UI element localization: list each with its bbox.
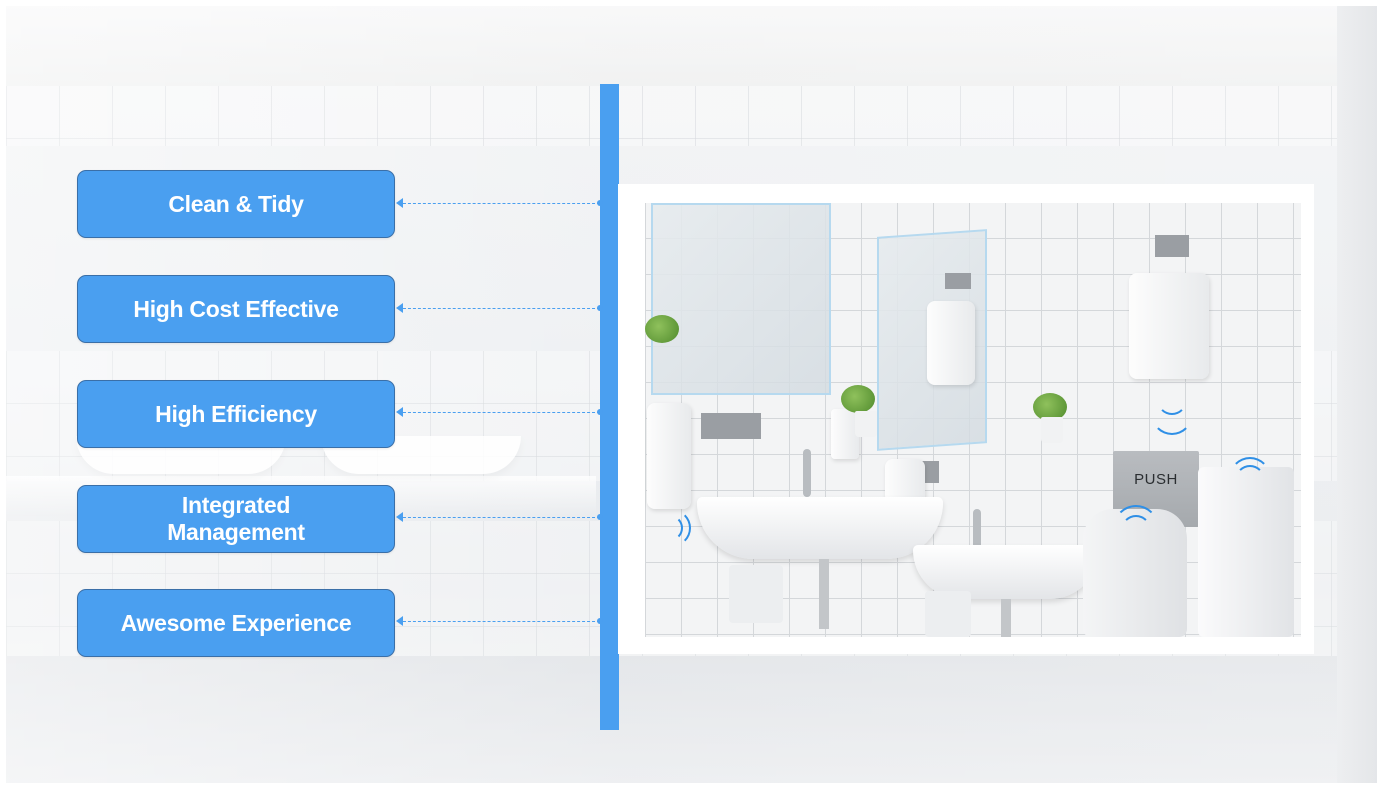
connector-dot	[597, 514, 603, 520]
sensor-wave-icon	[653, 509, 691, 547]
sink-pipe	[819, 559, 829, 629]
mirror	[651, 203, 831, 395]
plant-pot	[1041, 417, 1063, 443]
restroom-photo: PUSH	[645, 203, 1301, 637]
arrow-left-icon	[396, 512, 403, 522]
feature-box-high-cost-effective: High Cost Effective	[77, 275, 395, 343]
plant	[841, 385, 875, 413]
feature-box-awesome-experience: Awesome Experience	[77, 589, 395, 657]
sensor-panel	[701, 413, 761, 439]
photo-frame: PUSH	[618, 184, 1314, 654]
feature-box-integrated-management: Integrated Management	[77, 485, 395, 553]
sensor-wave-icon	[1113, 505, 1159, 551]
feature-label: Integrated Management	[167, 492, 305, 545]
sensor-wave-icon	[1229, 457, 1271, 499]
connector-line	[396, 407, 603, 417]
faucet	[973, 509, 981, 549]
connector-dot	[597, 305, 603, 311]
feature-label: High Cost Effective	[133, 295, 339, 322]
sensor-wave-icon	[1151, 393, 1193, 435]
sensor-panel	[945, 273, 971, 289]
arrow-left-icon	[396, 616, 403, 626]
arrow-left-icon	[396, 198, 403, 208]
water-heater	[729, 565, 783, 623]
feature-label: Awesome Experience	[120, 609, 352, 636]
feature-label: Clean & Tidy	[168, 190, 304, 217]
soap-dispenser	[647, 403, 691, 509]
arrow-left-icon	[396, 303, 403, 313]
connector-dot	[597, 618, 603, 624]
feature-box-clean-tidy: Clean & Tidy	[77, 170, 395, 238]
paper-towel-dispenser	[1129, 273, 1209, 379]
plant	[645, 315, 679, 343]
water-heater	[925, 591, 971, 637]
arrow-left-icon	[396, 407, 403, 417]
feature-box-high-efficiency: High Efficiency	[77, 380, 395, 448]
sink	[697, 497, 943, 559]
connector-dot	[597, 200, 603, 206]
feature-label: High Efficiency	[155, 400, 317, 427]
paper-towel-dispenser	[927, 301, 975, 385]
sensor-panel	[1155, 235, 1189, 257]
diagram-canvas: Clean & Tidy High Cost Effective High Ef…	[6, 6, 1377, 783]
faucet	[803, 449, 811, 497]
timeline-bar	[600, 84, 619, 730]
connector-line	[396, 303, 603, 313]
connector-dot	[597, 409, 603, 415]
connector-line	[396, 198, 603, 208]
connector-line	[396, 616, 603, 626]
connector-line	[396, 512, 603, 522]
plant-pot	[855, 411, 877, 437]
sink-pipe	[1001, 599, 1011, 637]
